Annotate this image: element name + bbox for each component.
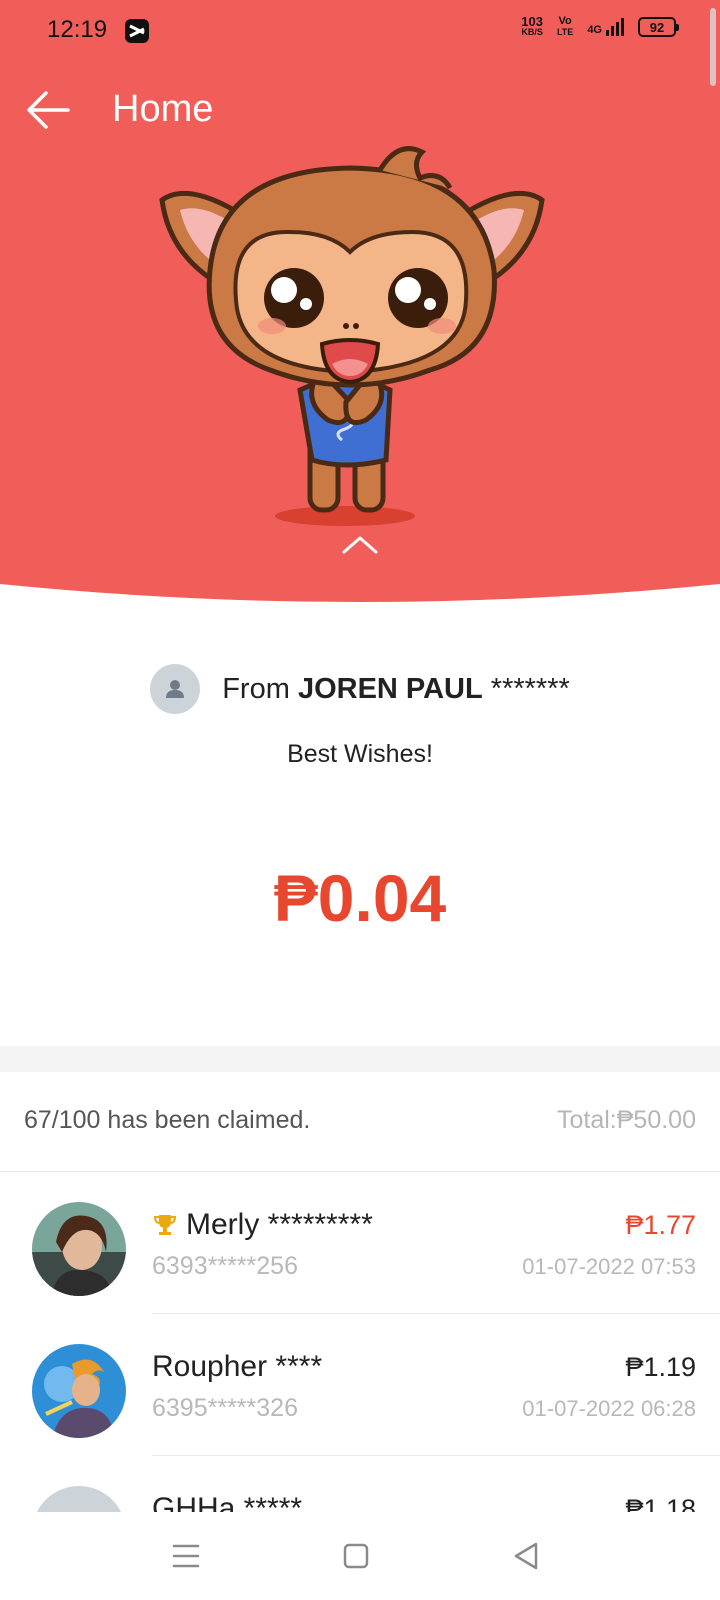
avatar xyxy=(32,1344,126,1438)
claimer-amount: ₱1.19 xyxy=(625,1352,696,1382)
claimers-list[interactable]: Merly ********* 6393*****256 ₱1.77 01-07… xyxy=(0,1172,720,1512)
monkey-mascot-illustration xyxy=(159,146,545,526)
status-icons: 103 KB/S Vo LTE 4G 92 xyxy=(521,14,679,38)
list-item[interactable]: Roupher **** 6395*****326 ₱1.19 01-07-20… xyxy=(0,1314,720,1456)
total-amount: Total:₱50.00 xyxy=(557,1106,696,1134)
section-divider xyxy=(0,1046,720,1072)
claimer-amount: ₱1.18 xyxy=(625,1494,696,1512)
scrollbar[interactable] xyxy=(710,8,716,86)
sender-text: From JOREN PAUL ******* xyxy=(222,672,570,705)
avatar xyxy=(32,1202,126,1296)
avatar xyxy=(32,1486,126,1512)
arrow-left-icon[interactable] xyxy=(24,88,74,132)
hero-banner: 12:19 103 KB/S Vo LTE 4G 92 Home xyxy=(0,0,720,610)
claimer-name: Roupher **** xyxy=(152,1350,323,1383)
battery-icon: 92 xyxy=(638,17,679,37)
claimed-count: 67/100 has been claimed. xyxy=(24,1106,311,1134)
sender-avatar xyxy=(150,664,201,714)
claim-date: 01-07-2022 07:53 xyxy=(522,1254,696,1279)
status-time: 12:19 xyxy=(47,16,108,43)
network-speed: 103 KB/S xyxy=(521,14,543,37)
claimer-amount: ₱1.77 xyxy=(625,1210,696,1240)
status-bar: 12:19 103 KB/S Vo LTE 4G 92 xyxy=(0,0,720,86)
list-item[interactable]: GHHa ***** ₱1.18 xyxy=(0,1456,720,1512)
capcut-icon xyxy=(125,19,149,43)
greeting-message: Best Wishes! xyxy=(287,740,433,768)
list-item[interactable]: Merly ********* 6393*****256 ₱1.77 01-07… xyxy=(0,1172,720,1314)
trophy-icon xyxy=(153,1215,177,1235)
user-photo xyxy=(32,1202,126,1296)
claim-date: 01-07-2022 06:28 xyxy=(522,1396,696,1421)
user-photo xyxy=(32,1344,126,1438)
claim-summary: 67/100 has been claimed. Total:₱50.00 xyxy=(0,1072,720,1172)
page-title: Home xyxy=(112,88,214,130)
home-square-icon[interactable] xyxy=(336,1536,376,1576)
sender-masked: ******* xyxy=(490,672,570,705)
system-nav-bar xyxy=(0,1512,720,1600)
person-icon xyxy=(166,680,185,698)
claimer-phone: 6393*****256 xyxy=(152,1252,298,1280)
menu-icon[interactable] xyxy=(166,1536,206,1576)
claimer-phone: 6395*****326 xyxy=(152,1394,298,1422)
back-triangle-icon[interactable] xyxy=(506,1536,546,1576)
received-amount: ₱0.04 xyxy=(273,861,447,935)
app-bar: Home xyxy=(0,80,720,140)
claimer-name: GHHa ***** xyxy=(152,1492,303,1512)
chevron-up-icon[interactable] xyxy=(340,532,380,560)
volte-icon: Vo LTE xyxy=(556,15,574,38)
sender-name: JOREN PAUL xyxy=(297,672,483,705)
claimer-name: Merly ********* xyxy=(152,1208,373,1242)
sender-row: From JOREN PAUL ******* xyxy=(0,664,720,714)
signal-icon: 4G xyxy=(587,18,624,36)
